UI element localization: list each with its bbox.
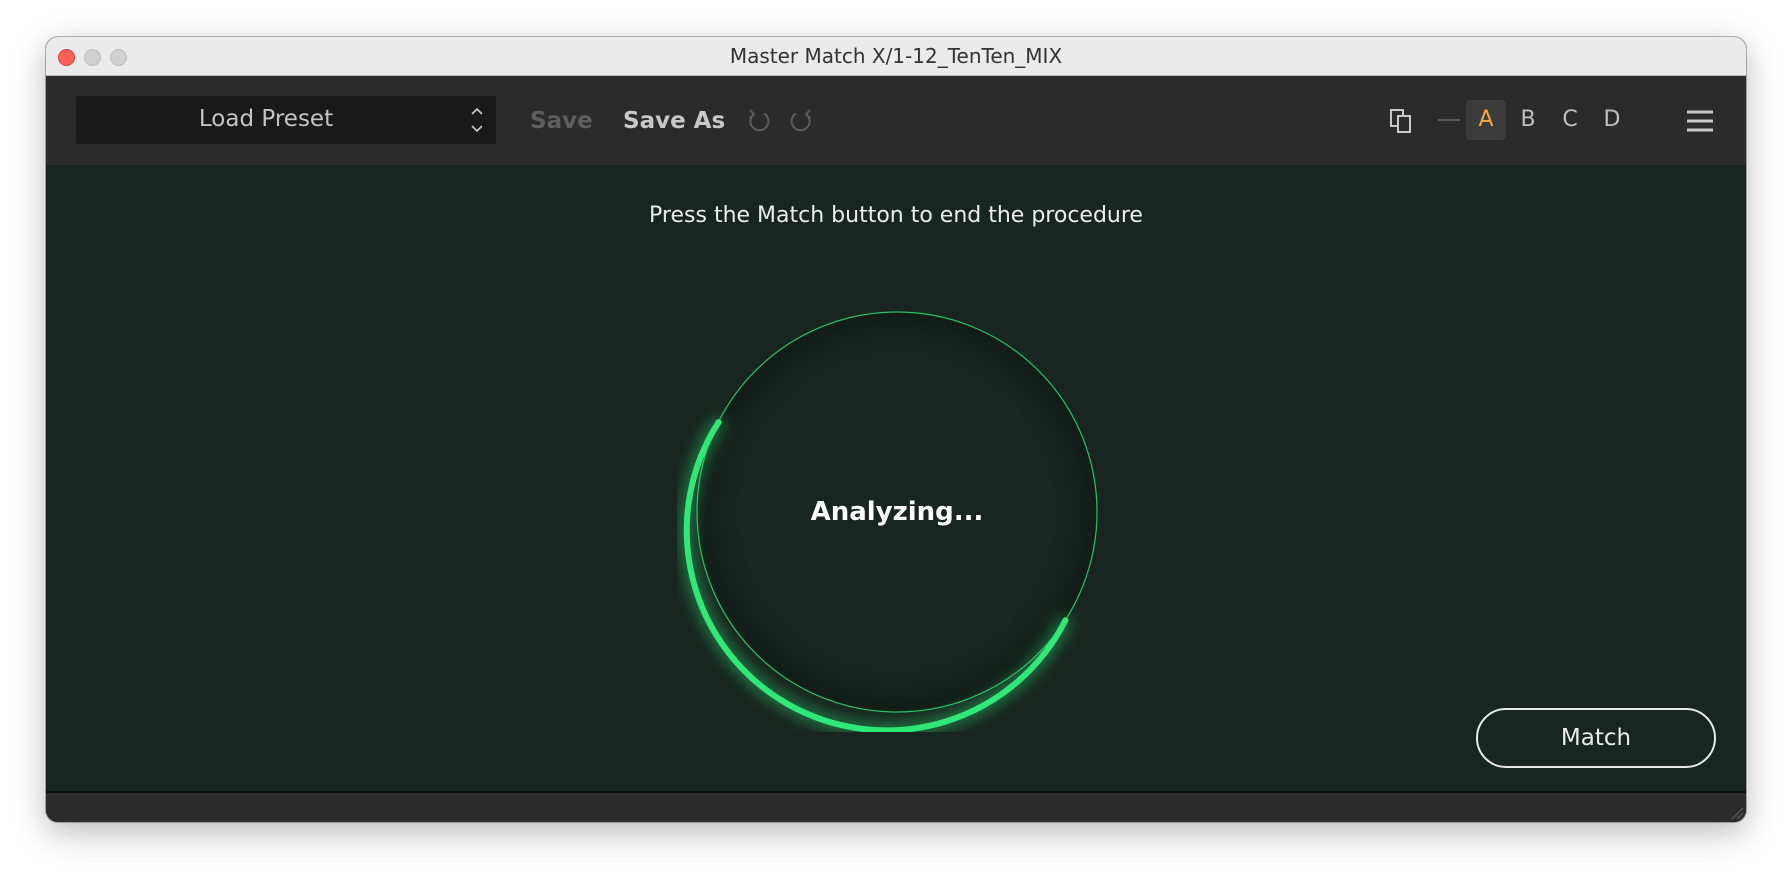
analysis-panel: Press the Match button to end the proced… — [46, 165, 1746, 793]
undo-icon[interactable] — [744, 106, 774, 136]
resize-grip-icon[interactable] — [1730, 806, 1744, 820]
footer-bar — [46, 793, 1746, 822]
dash-icon — [1438, 119, 1460, 121]
match-button[interactable]: Match — [1476, 708, 1716, 768]
save-as-button[interactable]: Save As — [623, 99, 725, 143]
chevron-up-down-icon — [471, 107, 483, 133]
slot-c-button[interactable]: C — [1550, 100, 1590, 140]
preset-label: Load Preset — [198, 106, 334, 132]
load-preset-dropdown[interactable]: Load Preset — [76, 96, 496, 144]
instruction-text: Press the Match button to end the proced… — [649, 203, 1143, 228]
slot-b-button[interactable]: B — [1508, 100, 1548, 140]
window-title: Master Match X/1-12_TenTen_MIX — [729, 44, 1063, 68]
redo-icon[interactable] — [786, 106, 816, 136]
copy-icon[interactable] — [1386, 106, 1416, 136]
hamburger-menu-icon[interactable] — [1683, 104, 1717, 138]
title-bar: Master Match X/1-12_TenTen_MIX — [46, 37, 1746, 76]
save-button[interactable]: Save — [530, 99, 593, 143]
app-window: Master Match X/1-12_TenTen_MIX Load Pres… — [46, 37, 1746, 822]
slot-a-button[interactable]: A — [1466, 100, 1506, 140]
analyzing-status: Analyzing... — [810, 497, 984, 527]
slot-d-button[interactable]: D — [1592, 100, 1632, 140]
